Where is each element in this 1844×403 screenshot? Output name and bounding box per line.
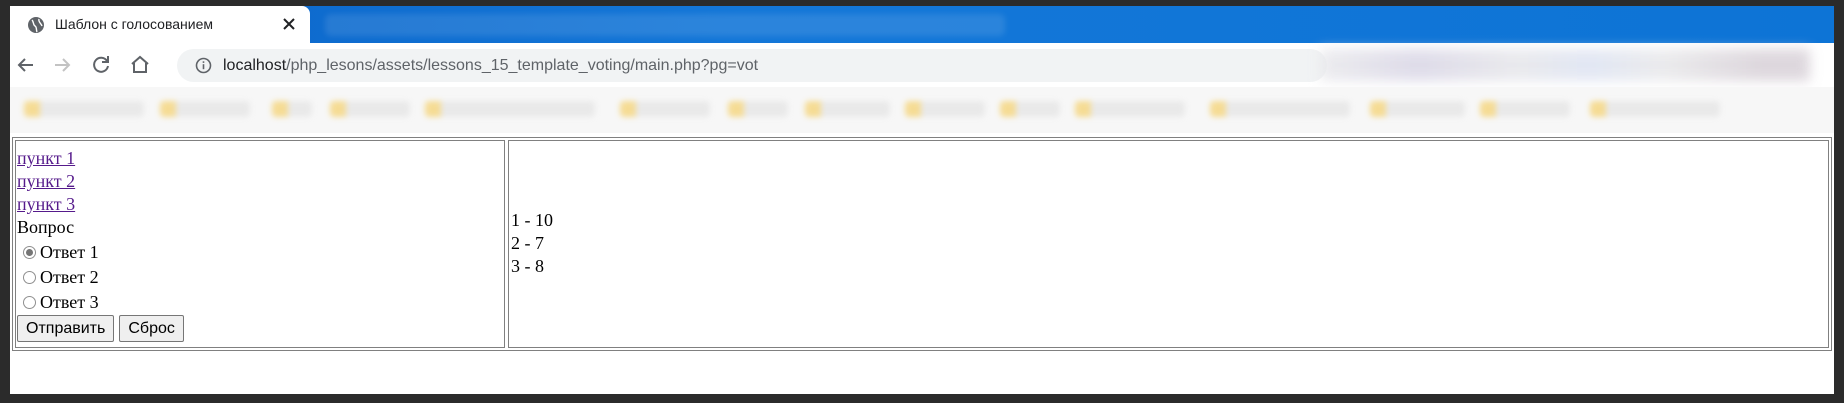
- right-cell: 1 - 10 2 - 7 3 - 8: [508, 140, 1829, 348]
- answer-radio-1[interactable]: [23, 246, 36, 259]
- menu-link-3[interactable]: пункт 3: [17, 193, 75, 216]
- bookmark[interactable]: [1075, 101, 1185, 117]
- answer-option-2[interactable]: Ответ 2: [17, 265, 99, 290]
- close-icon[interactable]: [280, 15, 298, 33]
- info-icon[interactable]: [195, 57, 212, 74]
- bookmark[interactable]: [1480, 101, 1570, 117]
- question-label: Вопрос: [17, 217, 75, 237]
- submit-button[interactable]: Отправить: [17, 315, 115, 342]
- answer-label-2: Ответ 2: [40, 267, 99, 287]
- answer-label-1: Ответ 1: [40, 242, 99, 262]
- bookmark[interactable]: [805, 101, 890, 117]
- answer-list: Ответ 1 Ответ 2 Ответ 3: [17, 240, 99, 315]
- menu-link-2[interactable]: пункт 2: [17, 170, 75, 193]
- nav-menu: пункт 1 пункт 2 пункт 3: [17, 147, 75, 216]
- url-path: /php_lesons/assets/lessons_15_template_v…: [286, 57, 759, 74]
- toolbar: localhost/php_lesons/assets/lessons_15_t…: [10, 43, 1834, 87]
- back-arrow-icon[interactable]: [14, 53, 38, 77]
- answer-label-3: Ответ 3: [40, 292, 99, 312]
- answer-radio-3[interactable]: [23, 296, 36, 309]
- url-text[interactable]: localhost/php_lesons/assets/lessons_15_t…: [223, 57, 758, 75]
- bookmark[interactable]: [728, 101, 788, 117]
- bookmark[interactable]: [425, 101, 595, 117]
- left-cell: пункт 1 пункт 2 пункт 3 Вопрос Ответ 1 О…: [15, 140, 505, 348]
- globe-icon: [28, 17, 44, 33]
- tab-strip: Шаблон с голосованием: [10, 6, 1834, 43]
- bookmark[interactable]: [905, 101, 985, 117]
- reload-icon[interactable]: [89, 53, 113, 77]
- answer-radio-2[interactable]: [23, 271, 36, 284]
- bookmark[interactable]: [330, 101, 410, 117]
- bookmark[interactable]: [24, 101, 144, 117]
- blurred-tabs: [325, 14, 1005, 36]
- answer-option-1[interactable]: Ответ 1: [17, 240, 99, 265]
- bookmark[interactable]: [1590, 101, 1720, 117]
- bookmark[interactable]: [1370, 101, 1465, 117]
- reset-button[interactable]: Сброс: [119, 315, 184, 342]
- active-tab[interactable]: Шаблон с голосованием: [10, 6, 310, 43]
- bookmarks-bar: [10, 87, 1834, 133]
- answer-option-3[interactable]: Ответ 3: [17, 290, 99, 315]
- layout-table: пункт 1 пункт 2 пункт 3 Вопрос Ответ 1 О…: [12, 137, 1832, 351]
- result-row-1: 1 - 10: [511, 210, 553, 230]
- bookmark[interactable]: [160, 101, 250, 117]
- bookmark[interactable]: [1000, 101, 1060, 117]
- bookmark[interactable]: [620, 101, 710, 117]
- result-row-2: 2 - 7: [511, 233, 544, 253]
- result-row-3: 3 - 8: [511, 256, 544, 276]
- bookmark[interactable]: [1210, 101, 1350, 117]
- url-host: localhost: [223, 57, 287, 74]
- browser-window: Шаблон с голосованием localhost/php_leso…: [10, 6, 1834, 394]
- bookmark[interactable]: [272, 101, 312, 117]
- form-buttons: Отправить Сброс: [17, 315, 184, 342]
- blurred-extensions: [1320, 49, 1810, 81]
- vote-results: 1 - 10 2 - 7 3 - 8: [511, 209, 553, 278]
- address-bar[interactable]: localhost/php_lesons/assets/lessons_15_t…: [177, 49, 1327, 82]
- tab-title: Шаблон с голосованием: [55, 16, 213, 32]
- menu-link-1[interactable]: пункт 1: [17, 147, 75, 170]
- page-content: пункт 1 пункт 2 пункт 3 Вопрос Ответ 1 О…: [10, 133, 1834, 394]
- home-icon[interactable]: [128, 53, 152, 77]
- forward-arrow-icon[interactable]: [50, 53, 74, 77]
